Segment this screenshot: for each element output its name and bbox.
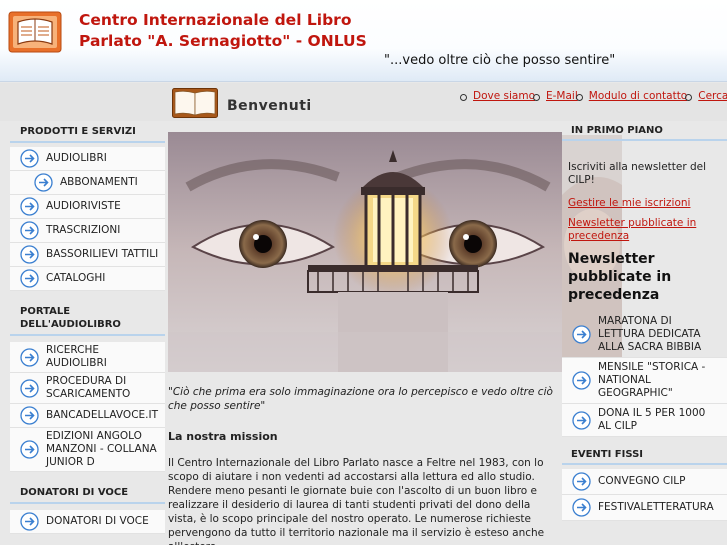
top-strip xyxy=(0,83,727,121)
section-title-portal: PORTALE DELL'AUDIOLIBRO xyxy=(10,301,165,336)
arrow-right-icon xyxy=(20,245,39,264)
site-header: Centro Internazionale del Libro Parlato … xyxy=(0,0,727,82)
nav-item-bancadellavoce[interactable]: BANCADELLAVOCE.IT xyxy=(10,404,165,428)
left-sidebar: PRODOTTI E SERVIZI AUDIOLIBRI ABBONAMENT… xyxy=(10,121,165,545)
arrow-right-icon xyxy=(572,498,591,517)
arrow-right-icon xyxy=(20,149,39,168)
nav-label: DONA IL 5 PER 1000 AL CILP xyxy=(598,407,706,432)
logo-icon[interactable] xyxy=(8,10,62,54)
arrow-right-icon xyxy=(20,440,39,459)
nav-label: EDIZIONI ANGOLO MANZONI - COLLANA JUNIOR… xyxy=(46,430,157,468)
news-item-maratona[interactable]: MARATONA DI LETTURA DEDICATA ALLA SACRA … xyxy=(562,312,727,358)
main-content: "Ciò che prima era solo immaginazione or… xyxy=(168,385,562,545)
tagline: "...vedo oltre ciò che posso sentire" xyxy=(384,53,616,68)
event-item-convegno[interactable]: CONVEGNO CILP xyxy=(562,469,727,495)
nav-label: ABBONAMENTI xyxy=(60,176,138,188)
link-gestire-iscrizioni[interactable]: Gestire le mie iscrizioni xyxy=(562,197,727,210)
news-item-mensile[interactable]: MENSILE "STORICA - NATIONAL GEOGRAPHIC" xyxy=(562,358,727,404)
nav-label: PROCEDURA DI SCARICAMENTO xyxy=(46,375,131,400)
nav-label: CONVEGNO CILP xyxy=(598,475,686,487)
nav-item-edizioni[interactable]: EDIZIONI ANGOLO MANZONI - COLLANA JUNIOR… xyxy=(10,428,165,472)
event-item-festivaletteratura[interactable]: FESTIVALETTERATURA xyxy=(562,495,727,521)
nav-label: MARATONA DI LETTURA DEDICATA ALLA SACRA … xyxy=(598,315,702,353)
section-title-products: PRODOTTI E SERVIZI xyxy=(10,121,165,143)
newsletter-heading: Newsletter pubblicate in precedenza xyxy=(568,251,672,303)
arrow-right-icon xyxy=(34,173,53,192)
link-modulo-contatto[interactable]: Modulo di contatto xyxy=(574,90,687,102)
nav-item-trascrizioni[interactable]: TRASCRIZIONI xyxy=(10,219,165,243)
nav-label: CATALOGHI xyxy=(46,272,106,284)
welcome-heading: Benvenuti xyxy=(227,98,312,114)
arrow-right-icon xyxy=(20,406,39,425)
quote-text: "Ciò che prima era solo immaginazione or… xyxy=(168,386,553,412)
org-name-line2: Parlato "A. Sernagiotto" - ONLUS xyxy=(79,32,367,50)
arrow-right-icon xyxy=(20,347,39,367)
right-sidebar: IN PRIMO PIANO Iscriviti alla newsletter… xyxy=(562,121,727,545)
link-email[interactable]: E-Mail xyxy=(531,90,578,102)
nav-label: MENSILE "STORICA - NATIONAL GEOGRAPHIC" xyxy=(598,361,706,399)
newsletter-text: Iscriviti alla newsletter del CILP! xyxy=(568,161,707,186)
section-title-primo-piano: IN PRIMO PIANO xyxy=(562,121,727,141)
arrow-right-icon xyxy=(572,472,591,491)
nav-item-cataloghi[interactable]: CATALOGHI xyxy=(10,267,165,291)
nav-item-audioriviste[interactable]: AUDIORIVISTE xyxy=(10,195,165,219)
nav-label: BASSORILIEVI TATTILI xyxy=(46,248,159,260)
nav-label: DONATORI DI VOCE xyxy=(46,515,149,527)
news-item-cinque-per-mille[interactable]: DONA IL 5 PER 1000 AL CILP xyxy=(562,404,727,437)
nav-label: FESTIVALETTERATURA xyxy=(598,501,714,513)
link-newsletter-pubblicate[interactable]: Newsletter pubblicate in precedenza xyxy=(562,217,727,243)
nav-item-abbonamenti[interactable]: ABBONAMENTI xyxy=(10,171,165,195)
arrow-right-icon xyxy=(572,371,591,390)
nav-label: TRASCRIZIONI xyxy=(46,224,121,236)
nav-label: BANCADELLAVOCE.IT xyxy=(46,409,159,421)
org-name-line1: Centro Internazionale del Libro xyxy=(79,11,352,29)
nav-label: AUDIOLIBRI xyxy=(46,152,107,164)
top-links: Dove siamo E-Mail Modulo di contatto Cer… xyxy=(458,90,727,102)
link-dove-siamo[interactable]: Dove siamo xyxy=(458,90,535,102)
mission-body: Il Centro Internazionale del Libro Parla… xyxy=(168,457,545,545)
arrow-right-icon xyxy=(20,197,39,216)
link-cerca[interactable]: Cerca xyxy=(683,90,727,102)
arrow-right-icon xyxy=(20,512,39,531)
arrow-right-icon xyxy=(572,325,591,344)
arrow-right-icon xyxy=(572,410,591,430)
mission-title: La nostra mission xyxy=(168,430,278,443)
arrow-right-icon xyxy=(20,221,39,240)
lighthouse-eyes-image xyxy=(168,132,562,372)
section-title-eventi: EVENTI FISSI xyxy=(562,445,727,465)
nav-item-audiolibri[interactable]: AUDIOLIBRI xyxy=(10,147,165,171)
nav-label: AUDIORIVISTE xyxy=(46,200,121,212)
nav-item-ricerche[interactable]: RICERCHE AUDIOLIBRI xyxy=(10,342,165,373)
open-book-icon xyxy=(172,88,218,118)
organization-name: Centro Internazionale del Libro Parlato … xyxy=(79,10,367,52)
arrow-right-icon xyxy=(20,269,39,288)
nav-item-procedura[interactable]: PROCEDURA DI SCARICAMENTO xyxy=(10,373,165,404)
section-title-donors: DONATORI DI VOCE xyxy=(10,482,165,504)
nav-label: RICERCHE AUDIOLIBRI xyxy=(46,344,107,369)
nav-item-bassorilievi[interactable]: BASSORILIEVI TATTILI xyxy=(10,243,165,267)
arrow-right-icon xyxy=(20,378,39,398)
nav-item-donatori[interactable]: DONATORI DI VOCE xyxy=(10,510,165,534)
